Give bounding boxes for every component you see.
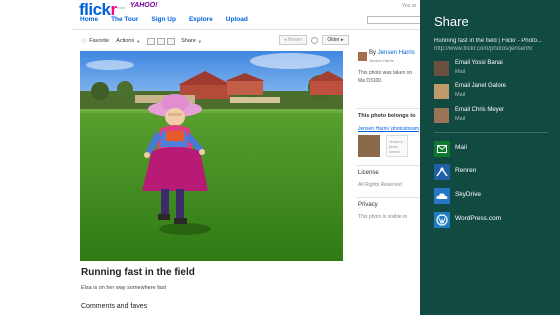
share-contact-item[interactable]: Email Janet Galore Mail [434,83,554,99]
owner-subtext: Jensen Harris [369,58,394,63]
share-button[interactable]: Share ▼ [181,38,202,44]
yahoo-logo: YAHOO! [130,2,158,9]
privacy-value: This photo is visible to [358,214,408,220]
skydrive-icon [434,188,450,204]
photo-toolbar: ☆ Favorite Actions ▼ Share ▼ [81,36,209,46]
owner-name-link[interactable]: Jensen Harris [378,50,415,56]
contact-app: Mail [455,69,466,75]
favorite-button[interactable]: ☆ Favorite [81,37,109,45]
renren-icon [434,164,450,180]
license-value: All Rights Reserved [358,182,402,188]
older-button[interactable]: Older ▸ [322,35,349,45]
contact-avatar [434,108,449,123]
photostream-placeholder[interactable]: Jensen's photo stream [386,135,408,157]
share-divider [434,132,548,133]
nav-the-tour[interactable]: The Tour [111,16,138,23]
share-contact-item[interactable]: Email Chris Meyer Mail [434,107,554,123]
photostream-thumbnail[interactable] [358,135,380,157]
comments-heading: Comments and faves [81,303,148,310]
app-label: Mail [455,144,467,151]
share-app-wordpress[interactable]: WordPress.com [434,212,554,229]
share-app-mail[interactable]: Mail [434,141,554,158]
nav-explore[interactable]: Explore [189,16,213,23]
share-title: Share [434,14,469,29]
owner-avatar[interactable] [358,52,367,61]
app-label: SkyDrive [455,191,482,198]
nav-upload[interactable]: Upload [226,16,248,23]
sidebar-divider [356,197,420,198]
share-page-url: http://www.flickr.com/photos/jensenh/ [434,46,533,52]
sidebar-divider [356,108,420,109]
photo-description: Elsa is on her way somewhere fast [81,285,166,291]
photo-nav: ◂ Newer Older ▸ [279,35,353,45]
share-label: Share [181,38,196,44]
contact-name: Email Janet Galore [455,83,507,89]
taken-info: This photo was taken on Ma D3100. [358,70,413,84]
app-label: Renren [455,167,477,174]
contact-avatar [434,84,449,99]
contact-name: Email Yossi Banai [455,60,503,66]
photostream-link[interactable]: Jensen Harris' photostream [358,126,419,132]
contact-avatar [434,61,449,76]
search-input[interactable] [367,16,420,24]
share-contact-item[interactable]: Email Yossi Banai Mail [434,60,554,76]
logo-from-text: from [117,5,125,10]
chevron-down-icon: ▼ [197,38,202,44]
license-heading: License [358,170,379,176]
chevron-down-icon: ▼ [136,38,141,44]
share-page-title: Running fast in the field | Flickr - Pho… [434,38,542,44]
header-divider [72,29,420,30]
photo-title: Running fast in the field [81,267,195,278]
wordpress-icon [434,212,450,228]
magnify-icon[interactable] [311,36,319,44]
email-icon[interactable] [147,37,156,45]
belongs-heading: This photo belongs to [358,113,416,119]
app-label: WordPress.com [455,215,502,222]
contact-name: Email Chris Meyer [455,107,505,113]
share-app-skydrive[interactable]: SkyDrive [434,188,554,205]
privacy-heading: Privacy [358,202,378,208]
signin-text[interactable]: You ar [402,3,416,9]
main-photo[interactable] [80,51,343,261]
contact-app: Mail [455,92,466,98]
star-icon: ☆ [81,38,88,45]
share-charm-panel: Share Running fast in the field | Flickr… [420,0,560,315]
owner-byline: By Jensen Harris [369,50,415,56]
newer-button[interactable]: ◂ Newer [279,35,308,45]
rotate-icon[interactable] [157,37,166,45]
flickr-page: flickr from YAHOO! You ar Home The Tour … [0,0,420,315]
photo-image [80,51,343,261]
actions-button[interactable]: Actions ▼ [116,38,140,44]
sidebar-divider [356,165,420,166]
mail-icon [434,141,450,157]
download-icon[interactable] [167,37,176,45]
actions-label: Actions [116,38,135,44]
nav-home[interactable]: Home [80,16,98,23]
share-app-renren[interactable]: Renren [434,164,554,181]
favorite-label: Favorite [89,38,110,44]
main-nav: Home The Tour Sign Up Explore Upload [80,16,261,23]
contact-app: Mail [455,116,466,122]
nav-sign-up[interactable]: Sign Up [151,16,176,23]
